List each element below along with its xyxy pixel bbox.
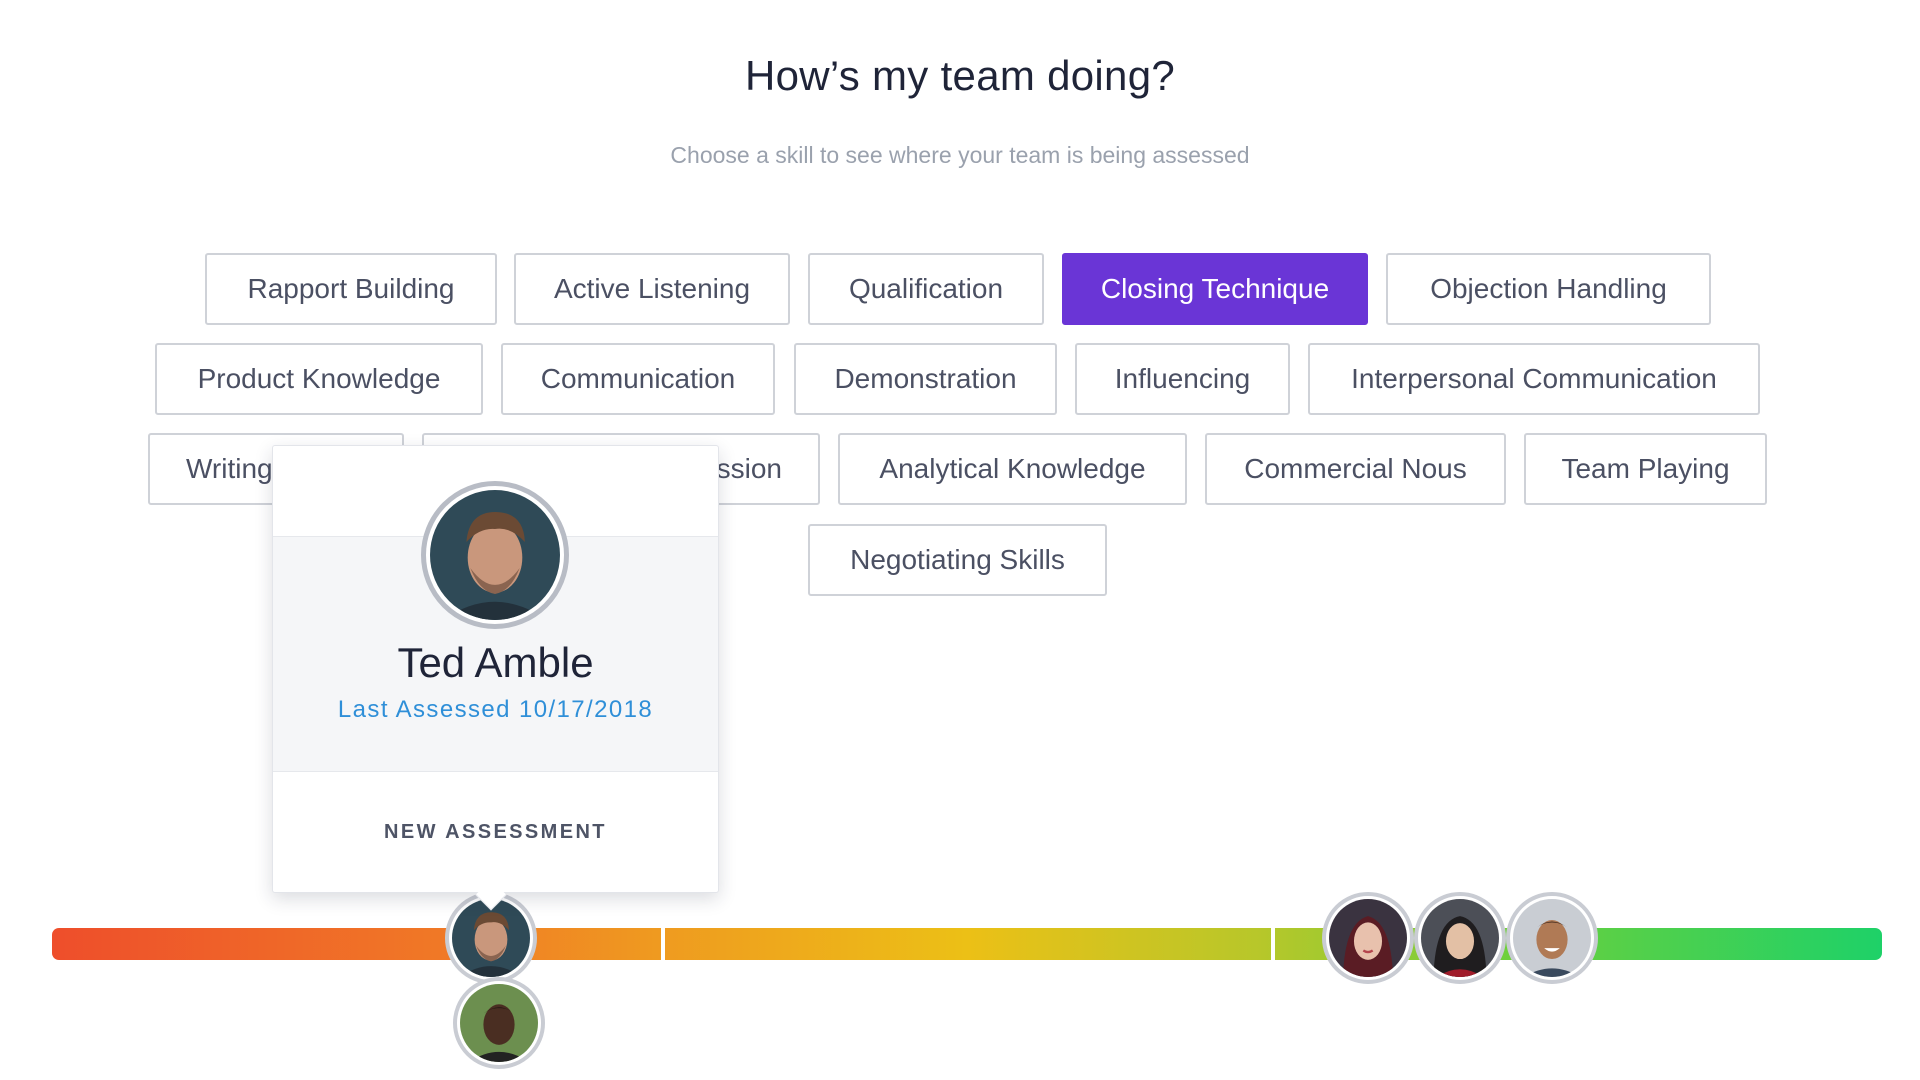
skill-chip-communication[interactable]: Communication — [501, 343, 775, 415]
avatar-team-member-icon — [1421, 899, 1499, 977]
page-title: How’s my team doing? — [744, 52, 1176, 99]
skill-level-scale — [52, 928, 1882, 960]
page-subtitle: Choose a skill to see where your team is… — [670, 142, 1250, 168]
avatar-team-member-2[interactable] — [1322, 892, 1414, 984]
scale-divider — [1271, 928, 1275, 960]
avatar-team-member-3[interactable] — [1414, 892, 1506, 984]
new-assessment-button[interactable]: NEW ASSESSMENT — [273, 821, 718, 844]
skill-chip-commercial-nous[interactable]: Commercial Nous — [1205, 433, 1506, 505]
scale-divider — [661, 928, 665, 960]
team-member-popover: Ted Amble Last Assessed 10/17/2018 NEW A… — [272, 445, 719, 911]
popover-avatar — [421, 481, 569, 629]
avatar-team-member-icon — [1329, 899, 1407, 977]
skill-chip-product-knowledge[interactable]: Product Knowledge — [155, 343, 483, 415]
avatar-team-member-4[interactable] — [1506, 892, 1598, 984]
avatar-ted-amble-icon — [430, 490, 560, 620]
skill-chip-objection-handling[interactable]: Objection Handling — [1386, 253, 1711, 325]
skill-chip-interpersonal-communication[interactable]: Interpersonal Communication — [1308, 343, 1760, 415]
avatar-team-member-icon — [460, 984, 538, 1062]
skill-chip-influencing[interactable]: Influencing — [1075, 343, 1290, 415]
skill-chip-active-listening[interactable]: Active Listening — [514, 253, 790, 325]
popover-last-assessed: Last Assessed 10/17/2018 — [337, 696, 654, 723]
skill-chip-demonstration[interactable]: Demonstration — [794, 343, 1057, 415]
skill-chip-analytical-knowledge[interactable]: Analytical Knowledge — [838, 433, 1187, 505]
skill-chip-rapport-building[interactable]: Rapport Building — [205, 253, 497, 325]
skill-chip-team-playing[interactable]: Team Playing — [1524, 433, 1767, 505]
skill-chip-qualification[interactable]: Qualification — [808, 253, 1044, 325]
skill-chip-closing-technique[interactable]: Closing Technique — [1062, 253, 1368, 325]
avatar-team-member-1[interactable] — [453, 977, 545, 1069]
avatar-ted-amble-icon — [452, 899, 530, 977]
popover-member-name: Ted Amble — [397, 639, 594, 686]
avatar-team-member-icon — [1513, 899, 1591, 977]
skill-chip-negotiating-skills[interactable]: Negotiating Skills — [808, 524, 1107, 596]
